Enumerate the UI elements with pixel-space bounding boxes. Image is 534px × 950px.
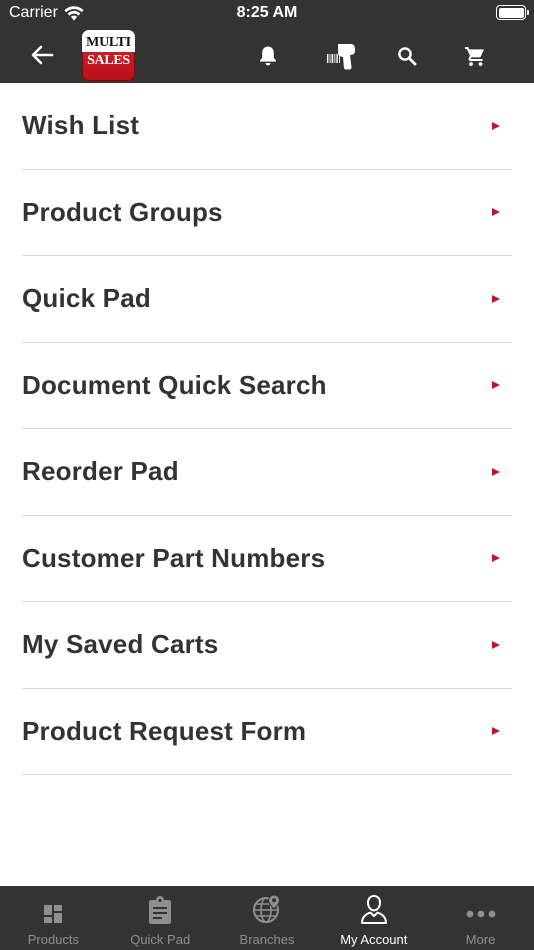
back-button[interactable] xyxy=(26,40,58,70)
menu-item-my-saved-carts[interactable]: My Saved Carts xyxy=(22,602,512,689)
status-time: 8:25 AM xyxy=(236,4,298,21)
chevron-right-icon xyxy=(492,727,500,736)
chevron-right-icon xyxy=(492,294,500,303)
chevron-right-icon xyxy=(492,640,500,649)
menu-item-label: Document Quick Search xyxy=(22,369,327,400)
more-dots-icon xyxy=(466,910,495,918)
cart-icon xyxy=(465,47,484,66)
menu-item-document-quick-search[interactable]: Document Quick Search xyxy=(22,343,512,429)
bell-icon xyxy=(260,46,276,66)
chevron-right-icon xyxy=(492,554,500,563)
tab-branches[interactable]: Branches xyxy=(214,886,321,950)
app-bar: MULTI SALES xyxy=(0,28,534,83)
tab-my-account[interactable]: My Account xyxy=(320,886,427,950)
menu-item-label: Wish List xyxy=(22,110,140,141)
account-menu-list: Wish List Product Groups Quick Pad Docum… xyxy=(22,83,512,775)
menu-item-quick-pad[interactable]: Quick Pad xyxy=(22,256,512,343)
tab-label: More xyxy=(465,932,496,947)
menu-item-product-groups[interactable]: Product Groups xyxy=(22,170,512,256)
tab-label: Quick Pad xyxy=(130,932,191,947)
logo-line-1: MULTI xyxy=(86,35,131,50)
back-arrow-icon xyxy=(31,45,54,65)
search-button[interactable] xyxy=(391,40,423,72)
menu-item-wish-list[interactable]: Wish List xyxy=(22,83,512,170)
chevron-right-icon xyxy=(492,381,500,390)
menu-item-product-request-form[interactable]: Product Request Form xyxy=(22,689,512,775)
barcode-scanner-icon xyxy=(327,44,355,70)
bottom-tab-bar: Products Quick Pad Branches My Account M… xyxy=(0,886,534,950)
tab-label: Products xyxy=(27,932,80,947)
user-icon xyxy=(360,894,387,924)
tab-label: My Account xyxy=(340,932,408,947)
menu-item-label: My Saved Carts xyxy=(22,629,219,660)
menu-item-label: Product Request Form xyxy=(22,715,307,746)
notifications-button[interactable] xyxy=(252,40,284,72)
multi-sales-logo[interactable]: MULTI SALES xyxy=(82,30,135,81)
tab-more[interactable]: More xyxy=(427,886,534,950)
tab-quick-pad[interactable]: Quick Pad xyxy=(107,886,214,950)
search-icon xyxy=(398,47,417,66)
tab-label: Branches xyxy=(239,932,295,947)
menu-item-label: Product Groups xyxy=(22,196,223,227)
cart-button[interactable] xyxy=(459,40,491,72)
menu-item-label: Quick Pad xyxy=(22,283,151,314)
chevron-right-icon xyxy=(492,467,500,476)
tab-products[interactable]: Products xyxy=(0,886,107,950)
status-bar: Carrier 8:25 AM xyxy=(0,0,534,28)
menu-item-label: Customer Part Numbers xyxy=(22,542,326,573)
logo-line-2: SALES xyxy=(87,53,130,68)
grid-icon xyxy=(44,905,63,923)
top-bar: Carrier 8:25 AM MULTI SALES xyxy=(0,0,534,83)
chevron-right-icon xyxy=(492,208,500,217)
battery-icon xyxy=(496,5,529,20)
chevron-right-icon xyxy=(492,121,500,130)
clipboard-icon xyxy=(149,896,172,924)
globe-pin-icon xyxy=(252,894,280,923)
barcode-scanner-button[interactable] xyxy=(325,40,357,72)
menu-item-customer-part-numbers[interactable]: Customer Part Numbers xyxy=(22,516,512,602)
menu-item-label: Reorder Pad xyxy=(22,456,179,487)
menu-item-reorder-pad[interactable]: Reorder Pad xyxy=(22,429,512,516)
